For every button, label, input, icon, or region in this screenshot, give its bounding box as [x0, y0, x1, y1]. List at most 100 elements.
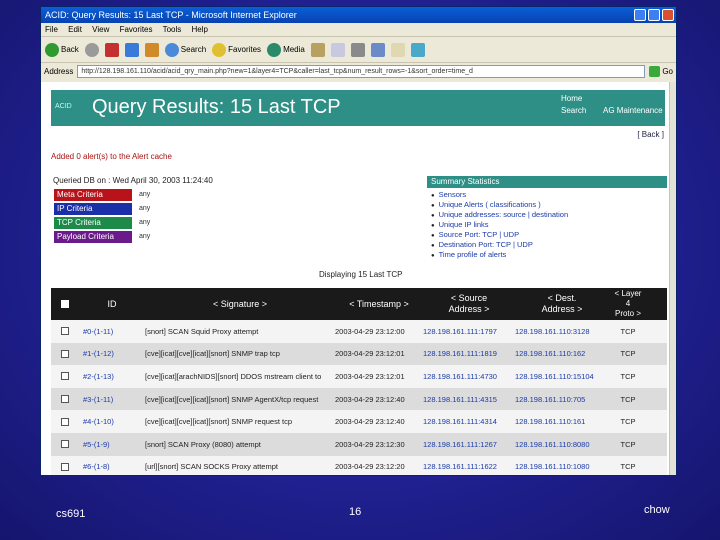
dest-address-link[interactable]: 128.198.161.110:15104 — [515, 372, 609, 381]
header-signature[interactable]: < Signature > — [145, 299, 335, 310]
table-row: #5-(1-9) [snort] SCAN Proxy (8080) attem… — [51, 432, 667, 456]
source-address-link[interactable]: 128.198.161.111:4314 — [423, 417, 515, 426]
stats-item-unique-ip-links[interactable]: Unique IP links — [431, 220, 667, 230]
back-link[interactable]: [ Back ] — [637, 130, 664, 139]
row-checkbox[interactable] — [51, 462, 79, 471]
stats-item-unique-alerts[interactable]: Unique Alerts ( classifications ) — [431, 200, 667, 210]
table-header: ID < Signature > < Timestamp > < Source … — [51, 288, 667, 320]
alert-id-link[interactable]: #5-(1-9) — [79, 440, 145, 449]
alert-id-link[interactable]: #4-(1-10) — [79, 417, 145, 426]
row-checkbox[interactable] — [51, 349, 79, 358]
alert-id-link[interactable]: #3-(1-11) — [79, 395, 145, 404]
row-checkbox[interactable] — [51, 327, 79, 336]
go-button[interactable]: Go — [649, 66, 673, 77]
history-icon[interactable] — [310, 42, 325, 57]
home-link[interactable]: Home — [561, 94, 582, 103]
signature-cell[interactable]: [url][snort] SCAN SOCKS Proxy attempt — [145, 462, 335, 471]
menu-view[interactable]: View — [92, 25, 109, 34]
signature-cell[interactable]: [cve][icat][cve][icat][snort] SNMP reque… — [145, 417, 335, 426]
summary-statistics: Summary Statistics Sensors Unique Alerts… — [427, 176, 667, 260]
stats-item-source-port[interactable]: Source Port: TCP | UDP — [431, 230, 667, 240]
favorites-button[interactable]: Favorites — [212, 42, 261, 57]
signature-cell[interactable]: [cve][icat][cve][icat][snort] SNMP Agent… — [145, 395, 335, 404]
proto-cell: TCP — [620, 439, 636, 449]
header-source-address[interactable]: < Source Address > — [423, 293, 515, 315]
checkbox-icon — [61, 327, 69, 336]
criteria-row: IP Criteria any — [53, 202, 161, 216]
header-timestamp[interactable]: < Timestamp > — [335, 299, 423, 310]
row-checkbox[interactable] — [51, 417, 79, 426]
stats-item-time-profile[interactable]: Time profile of alerts — [431, 250, 667, 260]
messenger-icon[interactable] — [410, 42, 425, 57]
signature-cell[interactable]: [cve][icat][cve][icat][snort] SNMP trap … — [145, 349, 335, 358]
row-checkbox[interactable] — [51, 372, 79, 381]
source-address-link[interactable]: 128.198.161.111:1819 — [423, 349, 515, 358]
home-icon[interactable] — [144, 42, 159, 57]
alert-cache-message: Added 0 alert(s) to the Alert cache — [51, 152, 172, 161]
source-address-link[interactable]: 128.198.161.111:1797 — [423, 327, 515, 336]
alert-id-link[interactable]: #1-(1-12) — [79, 349, 145, 358]
page-header: ACID Query Results: 15 Last TCP Home Sea… — [51, 90, 665, 126]
ag-maintenance-link[interactable]: AG Maintenance — [603, 106, 663, 115]
signature-cell[interactable]: [snort] SCAN Squid Proxy attempt — [145, 327, 335, 336]
dest-address-link[interactable]: 128.198.161.110:705 — [515, 395, 609, 404]
signature-cell[interactable]: [cve][icat][arachNIDS][snort] DDOS mstre… — [145, 372, 335, 381]
menu-tools[interactable]: Tools — [163, 25, 182, 34]
minimize-button[interactable] — [634, 9, 646, 21]
search-button[interactable]: Search — [164, 42, 206, 57]
timestamp-cell: 2003-04-29 23:12:01 — [335, 371, 405, 381]
menu-favorites[interactable]: Favorites — [120, 25, 153, 34]
table-row: #6-(1-8) [url][snort] SCAN SOCKS Proxy a… — [51, 455, 667, 475]
menu-file[interactable]: File — [45, 25, 58, 34]
dest-address-link[interactable]: 128.198.161.110:1080 — [515, 462, 609, 471]
print-icon[interactable] — [350, 42, 365, 57]
dest-address-link[interactable]: 128.198.161.110:8080 — [515, 440, 609, 449]
mail-icon[interactable] — [330, 42, 345, 57]
checkbox-icon — [61, 417, 69, 426]
discuss-icon[interactable] — [390, 42, 405, 57]
source-address-link[interactable]: 128.198.161.111:1622 — [423, 462, 515, 471]
signature-cell[interactable]: [snort] SCAN Proxy (8080) attempt — [145, 440, 335, 449]
close-button[interactable] — [662, 9, 674, 21]
back-button[interactable]: Back — [45, 42, 79, 57]
media-label: Media — [283, 45, 305, 54]
dest-address-link[interactable]: 128.198.161.110:161 — [515, 417, 609, 426]
row-checkbox[interactable] — [51, 440, 79, 449]
address-input[interactable]: http://128.198.161.110/acid/acid_qry_mai… — [77, 65, 646, 78]
menu-edit[interactable]: Edit — [68, 25, 82, 34]
stats-item-unique-addresses[interactable]: Unique addresses: source | destination — [431, 210, 667, 220]
table-row: #4-(1-10) [cve][icat][cve][icat][snort] … — [51, 410, 667, 433]
stats-item-sensors[interactable]: Sensors — [431, 190, 667, 200]
header-dest-address[interactable]: < Dest. Address > — [515, 293, 609, 315]
go-arrow-icon — [649, 66, 661, 77]
source-address-link[interactable]: 128.198.161.111:4730 — [423, 372, 515, 381]
meta-criteria-link[interactable]: Meta Criteria — [53, 188, 133, 202]
alert-id-link[interactable]: #2-(1-13) — [79, 372, 145, 381]
alert-id-link[interactable]: #0-(1-11) — [79, 327, 145, 336]
proto-cell: TCP — [620, 326, 636, 336]
header-id[interactable]: ID — [79, 299, 145, 310]
source-address-link[interactable]: 128.198.161.111:4315 — [423, 395, 515, 404]
stop-icon[interactable] — [104, 42, 119, 57]
table-row: #1-(1-12) [cve][icat][cve][icat][snort] … — [51, 342, 667, 366]
alert-id-link[interactable]: #6-(1-8) — [79, 462, 145, 471]
dest-address-link[interactable]: 128.198.161.110:3128 — [515, 327, 609, 336]
menu-help[interactable]: Help — [192, 25, 208, 34]
row-checkbox[interactable] — [51, 395, 79, 404]
tcp-criteria-link[interactable]: TCP Criteria — [53, 216, 133, 230]
dest-address-link[interactable]: 128.198.161.110:162 — [515, 349, 609, 358]
vertical-scrollbar[interactable] — [669, 82, 676, 475]
forward-arrow-icon[interactable] — [84, 42, 99, 57]
maximize-button[interactable] — [648, 9, 660, 21]
source-address-link[interactable]: 128.198.161.111:1267 — [423, 440, 515, 449]
payload-criteria-link[interactable]: Payload Criteria — [53, 230, 133, 244]
media-button[interactable]: Media — [267, 42, 305, 57]
select-all-checkbox[interactable] — [51, 300, 79, 308]
timestamp-cell: 2003-04-29 23:12:01 — [335, 349, 405, 359]
edit-icon[interactable] — [370, 42, 385, 57]
stats-item-destination-port[interactable]: Destination Port: TCP | UDP — [431, 240, 667, 250]
search-link[interactable]: Search — [561, 106, 586, 115]
refresh-icon[interactable] — [124, 42, 139, 57]
header-layer4-proto[interactable]: < Layer 4 Proto > — [609, 289, 647, 319]
ip-criteria-link[interactable]: IP Criteria — [53, 202, 133, 216]
